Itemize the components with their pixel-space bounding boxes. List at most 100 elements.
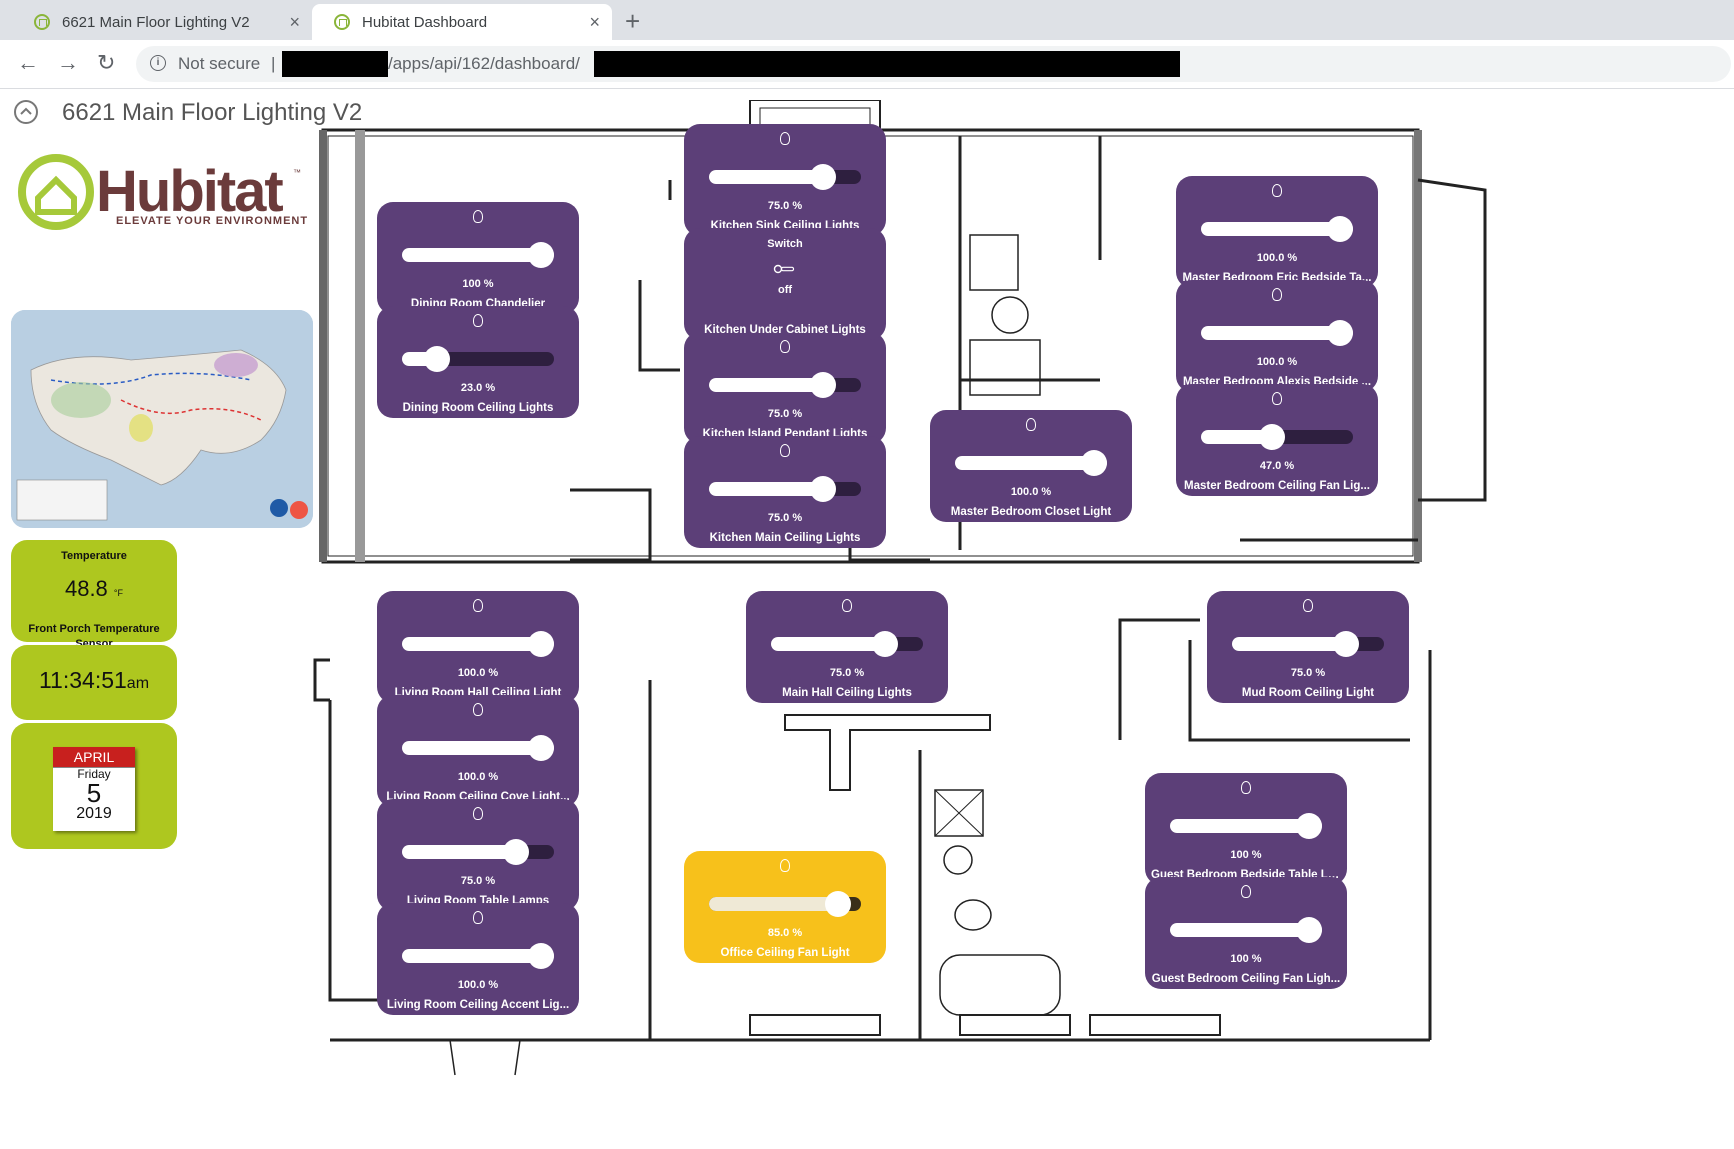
bulb-icon	[377, 210, 579, 226]
dimmer-slider[interactable]	[709, 476, 861, 502]
bulb-icon	[1145, 781, 1347, 797]
temperature-tile[interactable]: Temperature 48.8 °F Front Porch Temperat…	[11, 540, 177, 650]
bulb-icon	[377, 703, 579, 719]
dimmer-slider-handle[interactable]	[1333, 631, 1359, 657]
dimmer-slider-handle[interactable]	[528, 735, 554, 761]
dimmer-slider[interactable]	[402, 839, 554, 865]
back-button[interactable]: ←	[17, 50, 39, 76]
light-tile[interactable]: 75.0 % Living Room Table Lamps	[377, 799, 579, 911]
light-tile[interactable]: 75.0 % Kitchen Sink Ceiling Lights	[684, 124, 886, 236]
bulb-icon	[377, 599, 579, 615]
dimmer-slider-handle[interactable]	[1296, 917, 1322, 943]
dimmer-level: 100.0 %	[1010, 486, 1052, 498]
dimmer-slider[interactable]	[1201, 216, 1353, 242]
dimmer-slider[interactable]	[402, 735, 554, 761]
tile-name: Kitchen Main Ceiling Lights	[709, 532, 861, 544]
dimmer-slider[interactable]	[709, 891, 861, 917]
tile-name: Guest Bedroom Ceiling Fan Ligh...	[1151, 973, 1341, 985]
bulb-icon	[377, 911, 579, 927]
dimmer-slider-handle[interactable]	[528, 943, 554, 969]
light-tile[interactable]: 75.0 % Kitchen Island Pendant Lights	[684, 332, 886, 444]
dimmer-level: 75.0 %	[1290, 667, 1326, 679]
light-tile[interactable]: 100.0 % Living Room Hall Ceiling Light	[377, 591, 579, 703]
dimmer-slider[interactable]	[402, 346, 554, 372]
light-tile[interactable]: 100 % Guest Bedroom Bedside Table La...	[1145, 773, 1347, 885]
forward-button[interactable]: →	[57, 50, 79, 76]
light-tile[interactable]: 100.0 % Master Bedroom Eric Bedside Ta...	[1176, 176, 1378, 288]
dimmer-slider-handle[interactable]	[825, 891, 852, 917]
dimmer-slider-handle[interactable]	[423, 346, 450, 372]
bulb-icon	[1207, 599, 1409, 615]
light-tile[interactable]: 100.0 % Living Room Ceiling Cove Light...	[377, 695, 579, 807]
dimmer-slider[interactable]	[1170, 813, 1322, 839]
new-tab-button[interactable]: +	[625, 6, 640, 37]
browser-tab-dashboard[interactable]: Hubitat Dashboard ×	[312, 4, 612, 40]
dimmer-slider[interactable]	[1232, 631, 1384, 657]
light-tile[interactable]: 75.0 % Mud Room Ceiling Light	[1207, 591, 1409, 703]
light-tile[interactable]: 85.0 % Office Ceiling Fan Light	[684, 851, 886, 963]
dimmer-level: 75.0 %	[460, 875, 496, 887]
dimmer-slider-handle[interactable]	[503, 839, 529, 865]
browser-tab-lighting[interactable]: 6621 Main Floor Lighting V2 ×	[12, 4, 312, 40]
calendar-year: 2019	[76, 805, 112, 822]
dimmer-slider-handle[interactable]	[810, 164, 836, 190]
clock-display: 11:34:51am	[11, 667, 177, 694]
dimmer-slider-handle[interactable]	[1327, 320, 1353, 346]
dimmer-level: 100.0 %	[1256, 252, 1298, 264]
dimmer-slider[interactable]	[709, 164, 861, 190]
dimmer-slider-handle[interactable]	[872, 631, 898, 657]
dimmer-slider[interactable]	[771, 631, 923, 657]
temperature-number: 48.8	[64, 576, 108, 601]
light-tile[interactable]: 100 % Guest Bedroom Ceiling Fan Ligh...	[1145, 877, 1347, 989]
dimmer-slider-fill	[709, 378, 823, 392]
dimmer-slider[interactable]	[1201, 424, 1353, 450]
tile-name: Mud Room Ceiling Light	[1241, 687, 1375, 699]
light-tile[interactable]: 100.0 % Master Bedroom Alexis Bedside ...	[1176, 280, 1378, 392]
light-tile[interactable]: 75.0 % Main Hall Ceiling Lights	[746, 591, 948, 703]
dimmer-slider[interactable]	[1170, 917, 1322, 943]
bulb-icon	[930, 418, 1132, 434]
dimmer-slider[interactable]	[402, 631, 554, 657]
bulb-icon	[684, 340, 886, 356]
light-tile[interactable]: 100.0 % Master Bedroom Closet Light	[930, 410, 1132, 522]
address-bar[interactable]: i Not secure | /apps/api/162/dashboard/	[136, 46, 1731, 82]
close-tab-icon[interactable]: ×	[589, 12, 600, 33]
calendar-page-icon: APRIL Friday 5 2019	[53, 747, 135, 831]
url-path: /apps/api/162/dashboard/	[388, 54, 580, 73]
dimmer-slider-handle[interactable]	[1327, 216, 1353, 242]
dimmer-slider-handle[interactable]	[1259, 424, 1286, 450]
bulb-icon	[1176, 184, 1378, 200]
dimmer-slider-handle[interactable]	[810, 476, 836, 502]
dimmer-slider[interactable]	[402, 242, 554, 268]
light-tile[interactable]: 23.0 % Dining Room Ceiling Lights	[377, 306, 579, 418]
reload-button[interactable]: ↻	[97, 50, 115, 76]
light-tile[interactable]: 47.0 % Master Bedroom Ceiling Fan Lig...	[1176, 384, 1378, 496]
dimmer-level: 75.0 %	[767, 512, 803, 524]
dimmer-slider[interactable]	[402, 943, 554, 969]
dimmer-slider-handle[interactable]	[528, 631, 554, 657]
tile-name: Main Hall Ceiling Lights	[782, 687, 912, 699]
dimmer-slider-handle[interactable]	[528, 242, 554, 268]
dimmer-slider-handle[interactable]	[1296, 813, 1322, 839]
info-icon[interactable]: i	[150, 55, 166, 71]
clock-time: 11:34:51	[38, 667, 127, 693]
light-tile[interactable]: 100 % Dining Room Chandelier	[377, 202, 579, 314]
calendar-tile[interactable]: APRIL Friday 5 2019	[11, 723, 177, 849]
close-tab-icon[interactable]: ×	[289, 12, 300, 33]
dimmer-level: 85.0 %	[767, 927, 803, 939]
dimmer-level: 100.0 %	[1256, 356, 1298, 368]
switch-tile-kitchen-under-cabinet[interactable]: Switch off Kitchen Under Cabinet Lights	[684, 228, 886, 340]
dimmer-slider-fill	[402, 845, 516, 859]
dimmer-slider-fill	[709, 170, 823, 184]
clock-tile[interactable]: 11:34:51am	[11, 645, 177, 720]
light-tile[interactable]: 75.0 % Kitchen Main Ceiling Lights	[684, 436, 886, 548]
dimmer-level: 100.0 %	[457, 667, 499, 679]
dimmer-slider-handle[interactable]	[1081, 450, 1107, 476]
redacted-token	[594, 51, 1180, 77]
dimmer-slider[interactable]	[1201, 320, 1353, 346]
light-tile[interactable]: 100.0 % Living Room Ceiling Accent Lig...	[377, 903, 579, 1015]
dimmer-slider-handle[interactable]	[810, 372, 836, 398]
dimmer-slider-fill	[709, 482, 823, 496]
dimmer-slider[interactable]	[709, 372, 861, 398]
dimmer-slider[interactable]	[955, 450, 1107, 476]
